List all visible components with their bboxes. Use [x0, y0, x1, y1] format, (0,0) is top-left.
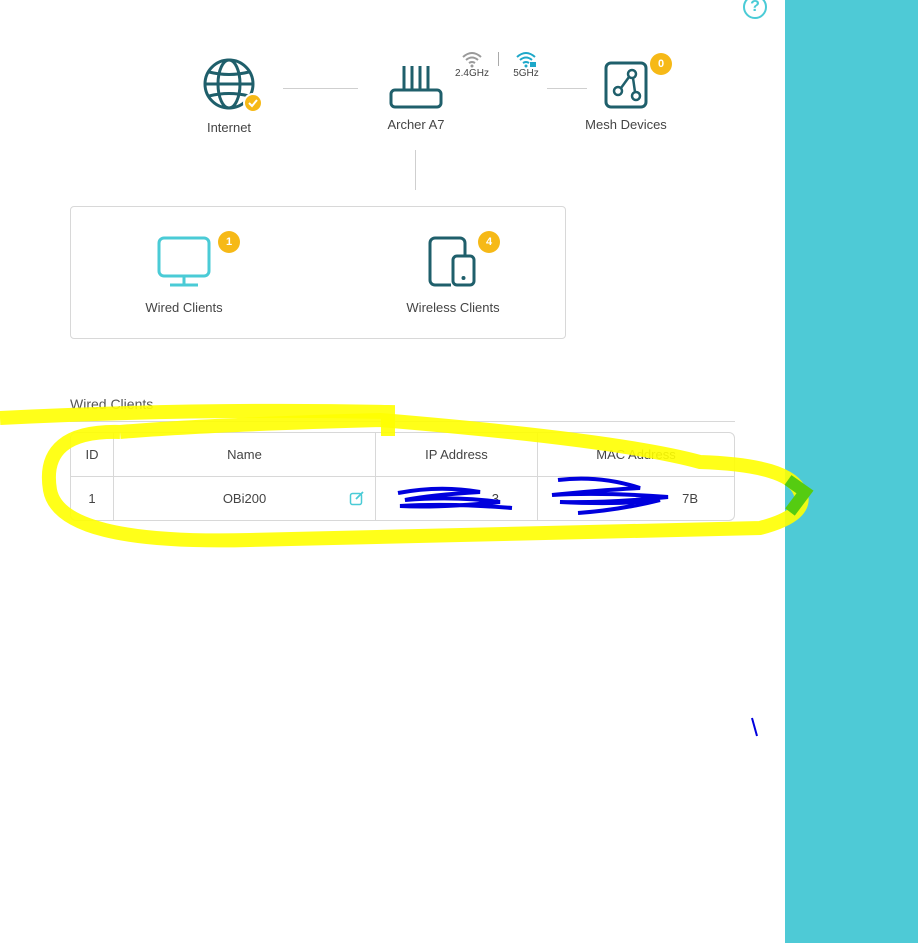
- table-row: 1 OBi200 3 7B: [71, 477, 734, 520]
- column-header-mac: MAC Address: [538, 433, 734, 477]
- cell-mac: 7B: [682, 491, 698, 506]
- band-5ghz-label: 5GHz: [513, 68, 539, 79]
- wired-count-badge: 1: [218, 231, 240, 253]
- router-label: Archer A7: [387, 117, 445, 132]
- column-header-id: ID: [71, 433, 114, 477]
- mesh-count-badge: 0: [650, 53, 672, 75]
- column-header-name: Name: [114, 433, 376, 477]
- wireless-clients-label: Wireless Clients: [406, 300, 500, 315]
- cell-id: 1: [71, 477, 114, 520]
- client-name: OBi200: [222, 491, 267, 506]
- mesh-devices-label: Mesh Devices: [585, 117, 667, 132]
- router-clients-connector: [415, 150, 416, 190]
- tablet-phone-icon: [427, 236, 479, 288]
- table-header-row: ID Name IP Address MAC Address: [71, 433, 734, 477]
- section-title: Wired Clients: [70, 396, 154, 412]
- internet-label: Internet: [206, 120, 252, 135]
- band-24ghz[interactable]: 2.4GHz: [450, 50, 494, 79]
- help-icon[interactable]: ?: [743, 0, 767, 19]
- globe-icon: [203, 57, 263, 113]
- band-24ghz-label: 2.4GHz: [455, 68, 489, 79]
- band-divider: [498, 52, 499, 66]
- router-node[interactable]: Archer A7: [376, 62, 456, 132]
- wifi-5ghz-icon: [508, 50, 544, 68]
- edit-icon[interactable]: [349, 490, 365, 509]
- mesh-icon: [602, 60, 650, 110]
- band-5ghz[interactable]: 5GHz: [508, 50, 544, 79]
- wireless-count-badge: 4: [478, 231, 500, 253]
- cell-ip: 3: [376, 477, 538, 520]
- wired-clients-table: ID Name IP Address MAC Address 1 OBi200 …: [70, 432, 735, 521]
- section-divider: [70, 421, 735, 422]
- monitor-icon: [156, 236, 212, 288]
- internet-node[interactable]: Internet: [189, 57, 269, 135]
- wifi-24ghz-icon: [450, 50, 494, 68]
- side-panel: [785, 0, 918, 943]
- connected-check-icon: [243, 93, 263, 113]
- internet-router-connector: [283, 88, 358, 89]
- wired-clients-label: Wired Clients: [145, 300, 223, 315]
- column-header-ip: IP Address: [376, 433, 538, 477]
- pen-tick: [751, 717, 758, 737]
- router-icon: [389, 62, 443, 112]
- cell-name: OBi200: [114, 477, 376, 520]
